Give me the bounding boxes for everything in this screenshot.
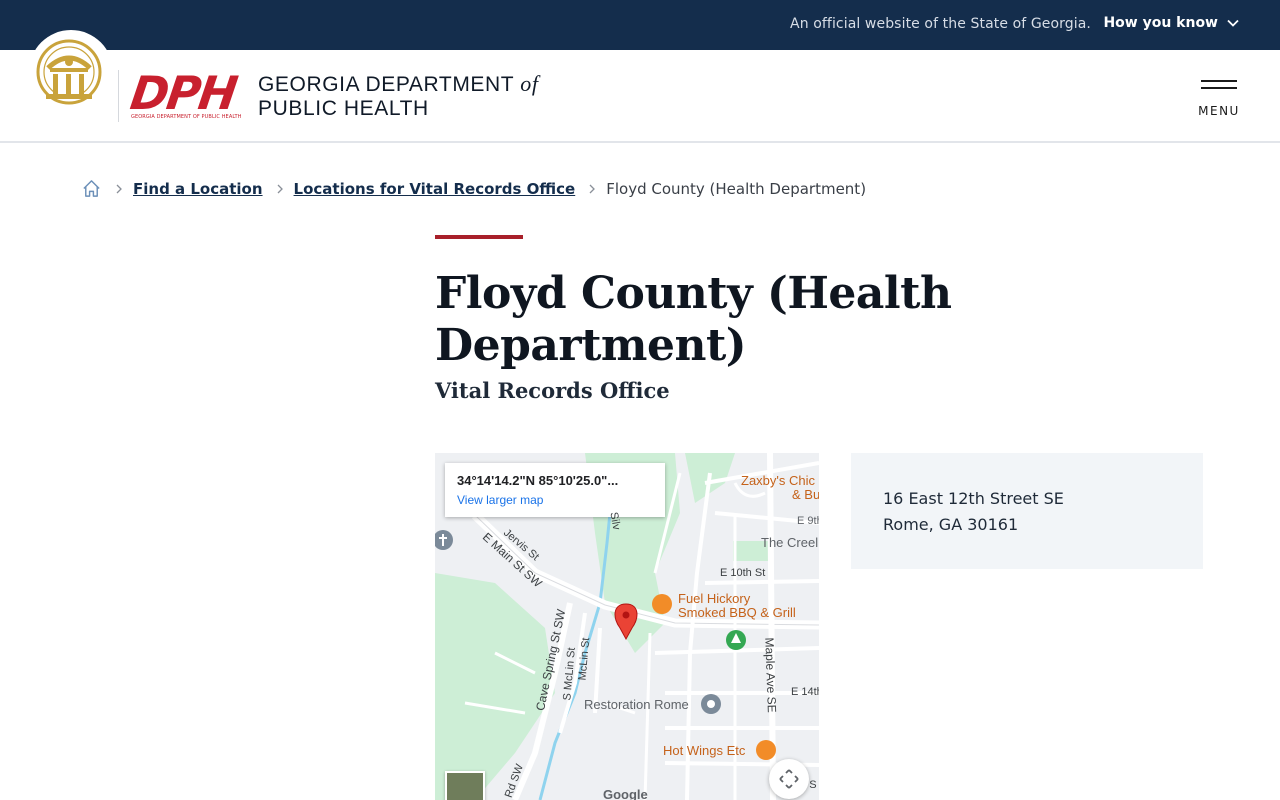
map-coordinates: 34°14'14.2"N 85°10'25.0"... — [457, 473, 619, 488]
menu-label: MENU — [1198, 104, 1240, 118]
breadcrumb-current: Floyd County (Health Department) — [606, 179, 867, 198]
site-header: DPH GEORGIA DEPARTMENT OF PUBLIC HEALTH … — [0, 30, 1280, 143]
page-title: Floyd County (Health Department) — [435, 268, 952, 371]
menu-button[interactable]: MENU — [1196, 78, 1242, 122]
map-fullscreen-button[interactable] — [769, 759, 809, 799]
chevron-down-icon — [1227, 19, 1239, 27]
home-icon[interactable] — [81, 178, 102, 199]
map-label-creel: The Creel — [761, 535, 819, 550]
gov-banner: An official website of the State of Geor… — [0, 0, 1280, 50]
map-label-fuel-hickory-2: Smoked BBQ & Grill — [678, 605, 796, 620]
chevron-right-icon — [589, 184, 596, 193]
chevron-right-icon — [116, 184, 122, 193]
dph-logo-text: DPH — [127, 66, 240, 120]
map-info-card: 34°14'14.2"N 85°10'25.0"... View larger … — [445, 463, 665, 517]
map-label-zaxbys-2: & Bu — [792, 487, 819, 502]
breadcrumb-find-location[interactable]: Find a Location — [133, 180, 263, 198]
map-label-restoration-rome[interactable]: Restoration Rome — [584, 697, 689, 712]
map-label-e10th: E 10th St — [720, 567, 766, 579]
georgia-seal-icon — [36, 39, 102, 105]
map-label-maple: Maple Ave SE — [762, 637, 779, 713]
agency-name-of: of — [520, 71, 539, 96]
breadcrumb-vital-records[interactable]: Locations for Vital Records Office — [294, 180, 576, 198]
view-larger-map-link[interactable]: View larger map — [457, 493, 653, 507]
title-accent-bar — [435, 235, 523, 239]
how-you-know-label: How you know — [1103, 15, 1218, 31]
satellite-toggle[interactable] — [445, 771, 485, 800]
georgia-seal-logo[interactable] — [29, 30, 113, 114]
map-label-e14th: E 14th S — [791, 686, 819, 698]
official-website-text: An official website of the State of Geor… — [790, 16, 1091, 32]
google-logo: Google — [603, 787, 648, 800]
address-card: 16 East 12th Street SE Rome, GA 30161 — [851, 453, 1203, 569]
map-label-e9th: E 9th — [797, 515, 819, 527]
agency-name-line1: GEORGIA DEPARTMENT — [258, 73, 514, 96]
agency-name[interactable]: GEORGIA DEPARTMENT of PUBLIC HEALTH — [258, 72, 539, 121]
breadcrumb: Find a Location Locations for Vital Reco… — [81, 178, 866, 199]
expand-arrows-icon — [779, 769, 799, 789]
map-label-fuel-hickory[interactable]: Fuel Hickory — [678, 591, 750, 606]
map-label-zaxbys[interactable]: Zaxby's Chic — [741, 473, 815, 488]
how-you-know-toggle[interactable]: How you know — [1103, 15, 1240, 31]
page-subtitle: Vital Records Office — [435, 378, 670, 403]
location-map[interactable]: 34°14'14.2"N 85°10'25.0"... View larger … — [435, 453, 819, 800]
map-label-hot-wings[interactable]: Hot Wings Etc — [663, 743, 745, 758]
header-divider — [118, 70, 119, 122]
chevron-right-icon — [277, 184, 283, 193]
dph-logo-subtext: GEORGIA DEPARTMENT OF PUBLIC HEALTH — [131, 114, 242, 120]
address-line1: 16 East 12th Street SE — [883, 489, 1064, 508]
dph-logo[interactable]: DPH GEORGIA DEPARTMENT OF PUBLIC HEALTH — [127, 66, 242, 122]
agency-name-line2: PUBLIC HEALTH — [258, 97, 429, 120]
address-line2: Rome, GA 30161 — [883, 515, 1019, 534]
hamburger-icon — [1201, 80, 1237, 94]
